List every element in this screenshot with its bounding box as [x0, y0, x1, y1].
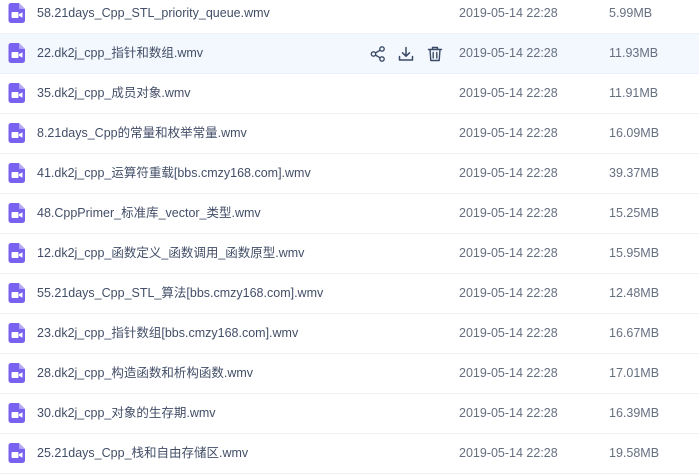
- video-file-icon: [8, 363, 25, 383]
- file-name[interactable]: 30.dk2j_cpp_对象的生存期.wmv: [37, 394, 216, 433]
- file-row[interactable]: 25.21days_Cpp_栈和自由存储区.wmv 2019-05-14 22:…: [0, 434, 699, 474]
- file-list: 58.21days_Cpp_STL_priority_queue.wmv 201…: [0, 0, 699, 474]
- file-size: 15.95MB: [609, 246, 660, 260]
- file-date: 2019-05-14 22:28: [459, 246, 558, 260]
- file-size: 12.48MB: [609, 286, 660, 300]
- file-name[interactable]: 48.CppPrimer_标准库_vector_类型.wmv: [37, 194, 261, 233]
- video-file-icon: [8, 323, 25, 343]
- file-size: 19.58MB: [609, 446, 660, 460]
- file-date: 2019-05-14 22:28: [459, 366, 558, 380]
- file-name[interactable]: 12.dk2j_cpp_函数定义_函数调用_函数原型.wmv: [37, 234, 304, 273]
- video-file-icon: [8, 43, 25, 63]
- file-name[interactable]: 35.dk2j_cpp_成员对象.wmv: [37, 74, 191, 113]
- file-row[interactable]: 30.dk2j_cpp_对象的生存期.wmv 2019-05-14 22:28 …: [0, 394, 699, 434]
- file-date: 2019-05-14 22:28: [459, 406, 558, 420]
- video-file-icon: [8, 123, 25, 143]
- file-date: 2019-05-14 22:28: [459, 286, 558, 300]
- video-file-icon: [8, 403, 25, 423]
- file-size: 39.37MB: [609, 166, 660, 180]
- file-date: 2019-05-14 22:28: [459, 6, 558, 20]
- share-icon[interactable]: [369, 45, 387, 63]
- file-size: 11.93MB: [609, 46, 659, 60]
- file-name[interactable]: 23.dk2j_cpp_指针数组[bbs.cmzy168.com].wmv: [37, 314, 298, 353]
- file-size: 17.01MB: [609, 366, 660, 380]
- file-row[interactable]: 23.dk2j_cpp_指针数组[bbs.cmzy168.com].wmv 20…: [0, 314, 699, 354]
- file-name[interactable]: 28.dk2j_cpp_构造函数和析构函数.wmv: [37, 354, 253, 393]
- file-date: 2019-05-14 22:28: [459, 206, 558, 220]
- file-name[interactable]: 41.dk2j_cpp_运算符重载[bbs.cmzy168.com].wmv: [37, 154, 311, 193]
- file-size: 5.99MB: [609, 6, 653, 20]
- file-date: 2019-05-14 22:28: [459, 446, 558, 460]
- file-row-hovered[interactable]: 22.dk2j_cpp_指针和数组.wmv 2019-05-14 22:28 1…: [0, 34, 699, 74]
- file-size: 16.39MB: [609, 406, 660, 420]
- file-name[interactable]: 58.21days_Cpp_STL_priority_queue.wmv: [37, 0, 270, 33]
- file-name[interactable]: 25.21days_Cpp_栈和自由存储区.wmv: [37, 434, 248, 473]
- file-date: 2019-05-14 22:28: [459, 166, 558, 180]
- file-row[interactable]: 58.21days_Cpp_STL_priority_queue.wmv 201…: [0, 0, 699, 34]
- file-name[interactable]: 8.21days_Cpp的常量和枚举常量.wmv: [37, 114, 247, 153]
- file-name[interactable]: 55.21days_Cpp_STL_算法[bbs.cmzy168.com].wm…: [37, 274, 323, 313]
- file-date: 2019-05-14 22:28: [459, 86, 558, 100]
- video-file-icon: [8, 283, 25, 303]
- file-date: 2019-05-14 22:28: [459, 326, 558, 340]
- video-file-icon: [8, 243, 25, 263]
- file-row[interactable]: 41.dk2j_cpp_运算符重载[bbs.cmzy168.com].wmv 2…: [0, 154, 699, 194]
- file-size: 15.25MB: [609, 206, 660, 220]
- delete-icon[interactable]: [426, 45, 444, 63]
- video-file-icon: [8, 443, 25, 463]
- file-size: 11.91MB: [609, 86, 659, 100]
- video-file-icon: [8, 83, 25, 103]
- video-file-icon: [8, 203, 25, 223]
- file-row[interactable]: 48.CppPrimer_标准库_vector_类型.wmv 2019-05-1…: [0, 194, 699, 234]
- file-size: 16.67MB: [609, 326, 660, 340]
- download-icon[interactable]: [397, 45, 415, 63]
- file-size: 16.09MB: [609, 126, 660, 140]
- file-row[interactable]: 35.dk2j_cpp_成员对象.wmv 2019-05-14 22:28 11…: [0, 74, 699, 114]
- file-row[interactable]: 12.dk2j_cpp_函数定义_函数调用_函数原型.wmv 2019-05-1…: [0, 234, 699, 274]
- file-row[interactable]: 28.dk2j_cpp_构造函数和析构函数.wmv 2019-05-14 22:…: [0, 354, 699, 394]
- video-file-icon: [8, 163, 25, 183]
- video-file-icon: [8, 3, 25, 23]
- file-date: 2019-05-14 22:28: [459, 46, 558, 60]
- file-row[interactable]: 55.21days_Cpp_STL_算法[bbs.cmzy168.com].wm…: [0, 274, 699, 314]
- file-row[interactable]: 8.21days_Cpp的常量和枚举常量.wmv 2019-05-14 22:2…: [0, 114, 699, 154]
- file-date: 2019-05-14 22:28: [459, 126, 558, 140]
- file-name[interactable]: 22.dk2j_cpp_指针和数组.wmv: [37, 34, 203, 73]
